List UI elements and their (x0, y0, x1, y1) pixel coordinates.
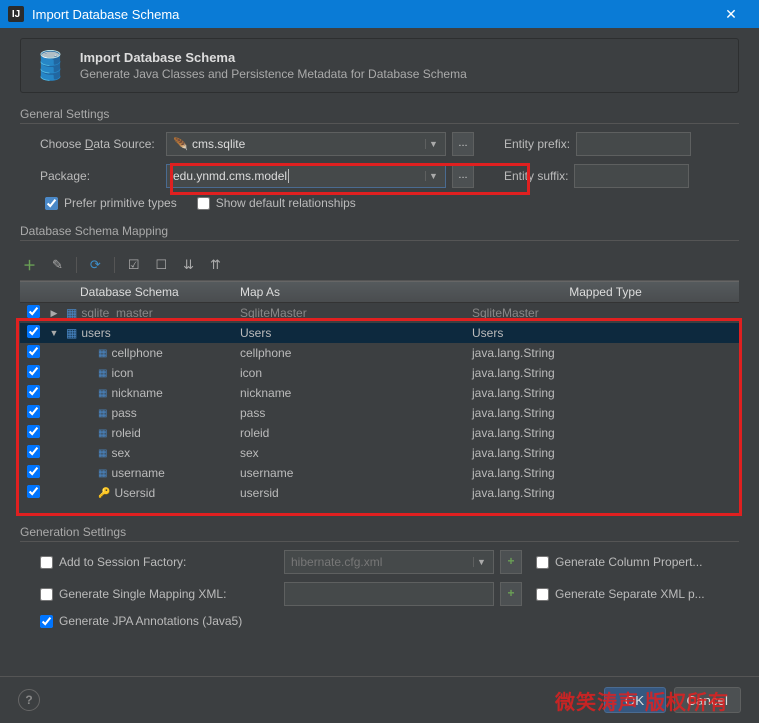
expand-icon[interactable]: ▶ (46, 308, 62, 319)
chevron-down-icon[interactable]: ▼ (473, 557, 493, 567)
session-add-button[interactable]: + (500, 550, 522, 574)
collapse-all-icon[interactable]: ⇈ (207, 255, 224, 275)
titlebar: IJ Import Database Schema ✕ (0, 0, 759, 28)
row-check[interactable] (27, 305, 40, 318)
refresh-icon[interactable]: ⟳ (87, 255, 104, 275)
label-package: Package: (20, 169, 160, 183)
select-all-icon[interactable]: ☑ (125, 255, 143, 275)
mapping-toolbar: ＋ ✎ ⟳ ☑ ☐ ⇊ ⇈ (20, 249, 739, 281)
deselect-all-icon[interactable]: ☐ (152, 255, 170, 275)
section-mapping: Database Schema Mapping (20, 224, 739, 241)
datasource-combo[interactable]: 🪶 cms.sqlite ▼ (166, 132, 446, 156)
prefer-primitive-check[interactable]: Prefer primitive types (45, 196, 177, 210)
chevron-down-icon[interactable]: ▼ (425, 139, 445, 149)
schema-icon: 🛢️ (33, 49, 68, 82)
section-general: General Settings (20, 107, 739, 124)
single-xml-input[interactable] (284, 582, 494, 606)
col-props-check[interactable]: Generate Column Propert... (536, 555, 702, 569)
entity-prefix-input[interactable] (576, 132, 691, 156)
prefer-primitive-box[interactable] (45, 197, 58, 210)
highlight-box (170, 163, 530, 195)
mapping-table-header: Database Schema Map As Mapped Type (20, 281, 739, 303)
banner-title: Import Database Schema (80, 50, 467, 65)
section-generation: Generation Settings (20, 525, 739, 542)
app-icon: IJ (8, 6, 24, 22)
add-icon[interactable]: ＋ (20, 253, 39, 276)
sep-xml-check[interactable]: Generate Separate XML p... (536, 587, 705, 601)
entity-suffix-input[interactable] (574, 164, 689, 188)
session-file-combo[interactable]: hibernate.cfg.xml ▼ (284, 550, 494, 574)
single-xml-add-button[interactable]: + (500, 582, 522, 606)
label-entity-prefix: Entity prefix: (504, 137, 570, 151)
single-xml-check[interactable]: Generate Single Mapping XML: (20, 587, 278, 601)
datasource-browse[interactable]: ... (452, 132, 474, 156)
ok-button[interactable]: OK (604, 687, 666, 713)
jpa-check[interactable]: Generate JPA Annotations (Java5) (20, 614, 278, 628)
header-banner: 🛢️ Import Database Schema Generate Java … (20, 38, 739, 93)
close-icon[interactable]: ✕ (711, 6, 751, 23)
banner-desc: Generate Java Classes and Persistence Me… (80, 67, 467, 81)
highlight-box (16, 318, 742, 516)
show-default-rel-box[interactable] (197, 197, 210, 210)
cancel-button[interactable]: Cancel (674, 687, 742, 713)
edit-icon[interactable]: ✎ (49, 255, 66, 275)
help-icon[interactable]: ? (18, 689, 40, 711)
label-datasource: Choose Data Source: (20, 137, 160, 151)
session-factory-check[interactable]: Add to Session Factory: (20, 555, 278, 569)
dialog-footer: ? OK Cancel (0, 676, 759, 723)
show-default-rel-check[interactable]: Show default relationships (197, 196, 356, 210)
datasource-icon: 🪶 (173, 137, 188, 151)
expand-all-icon[interactable]: ⇊ (180, 255, 197, 275)
col-mapas: Map As (240, 285, 472, 299)
window-title: Import Database Schema (32, 7, 711, 22)
col-schema: Database Schema (20, 285, 240, 299)
datasource-value: cms.sqlite (192, 137, 245, 151)
col-mapped: Mapped Type (472, 285, 739, 299)
